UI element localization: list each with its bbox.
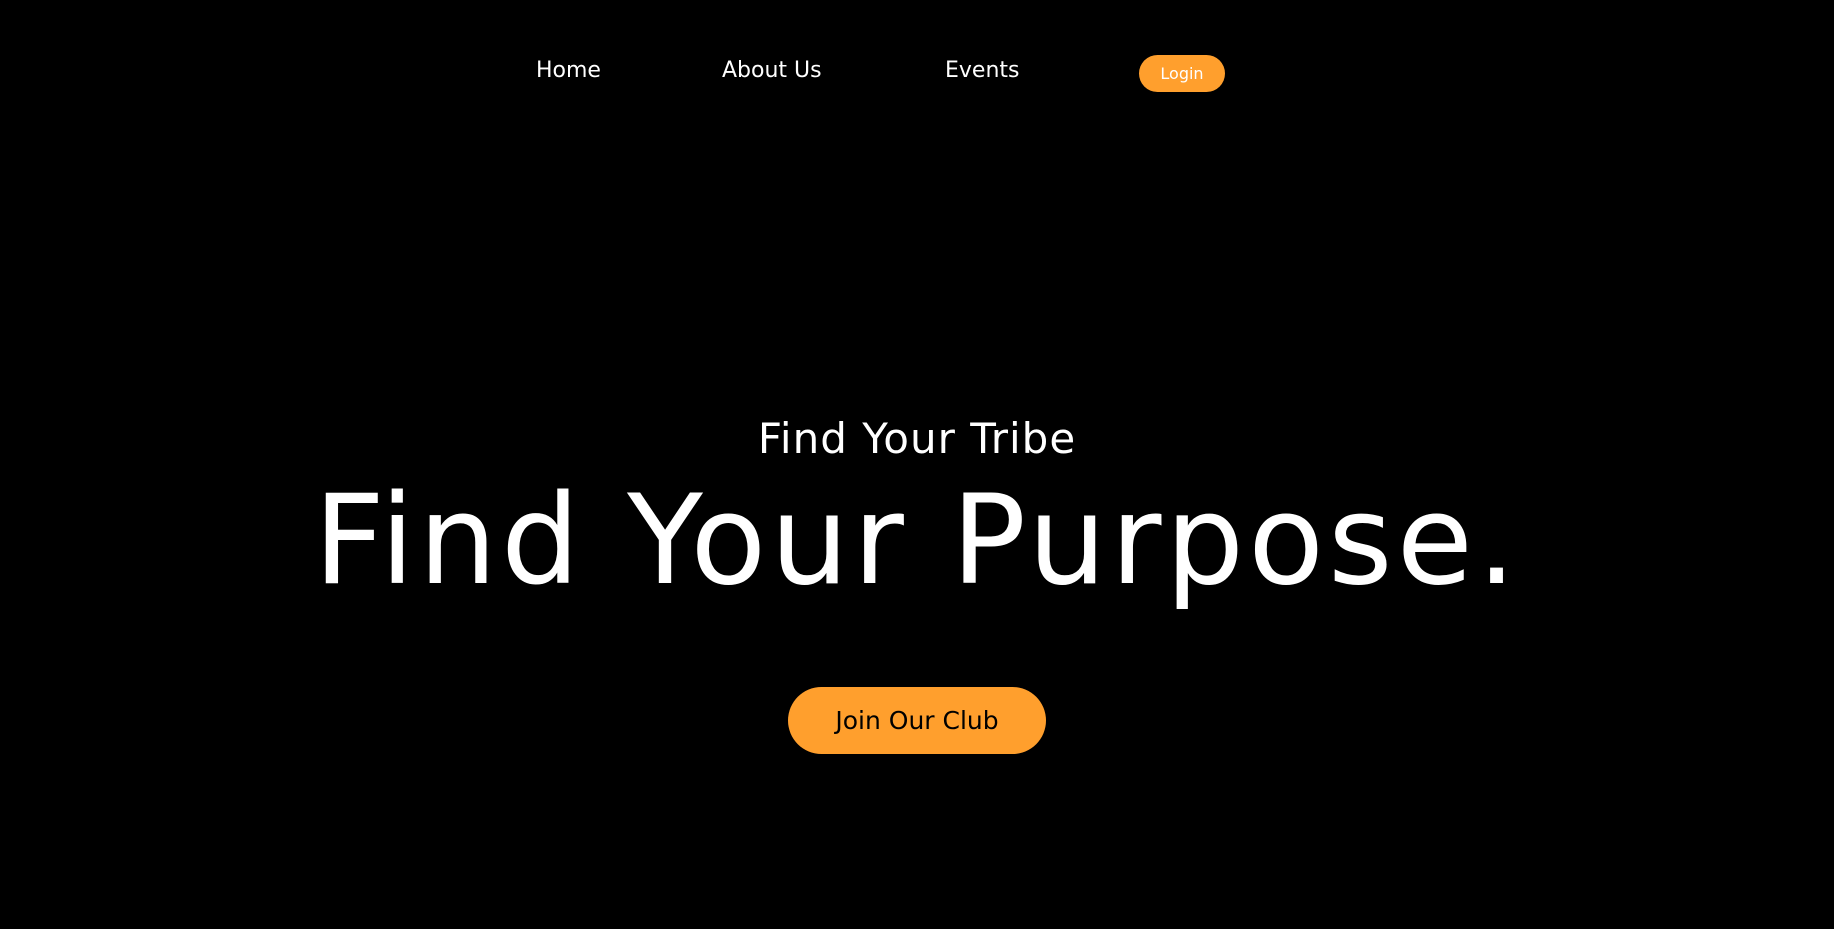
nav-link-events[interactable]: Events (945, 57, 1020, 85)
landing-page: Home About Us Events Login Find Your Tri… (0, 0, 1834, 929)
join-club-button[interactable]: Join Our Club (788, 687, 1046, 754)
hero-title: Find Your Purpose. (313, 469, 1521, 613)
hero-subtitle: Find Your Tribe (757, 414, 1077, 463)
nav-link-about-us[interactable]: About Us (722, 57, 822, 85)
hero-section: Find Your Tribe Find Your Purpose. Join … (0, 400, 1834, 780)
login-button[interactable]: Login (1139, 55, 1225, 92)
nav-link-home[interactable]: Home (536, 57, 601, 85)
top-navigation: Home About Us Events Login (0, 0, 1834, 120)
